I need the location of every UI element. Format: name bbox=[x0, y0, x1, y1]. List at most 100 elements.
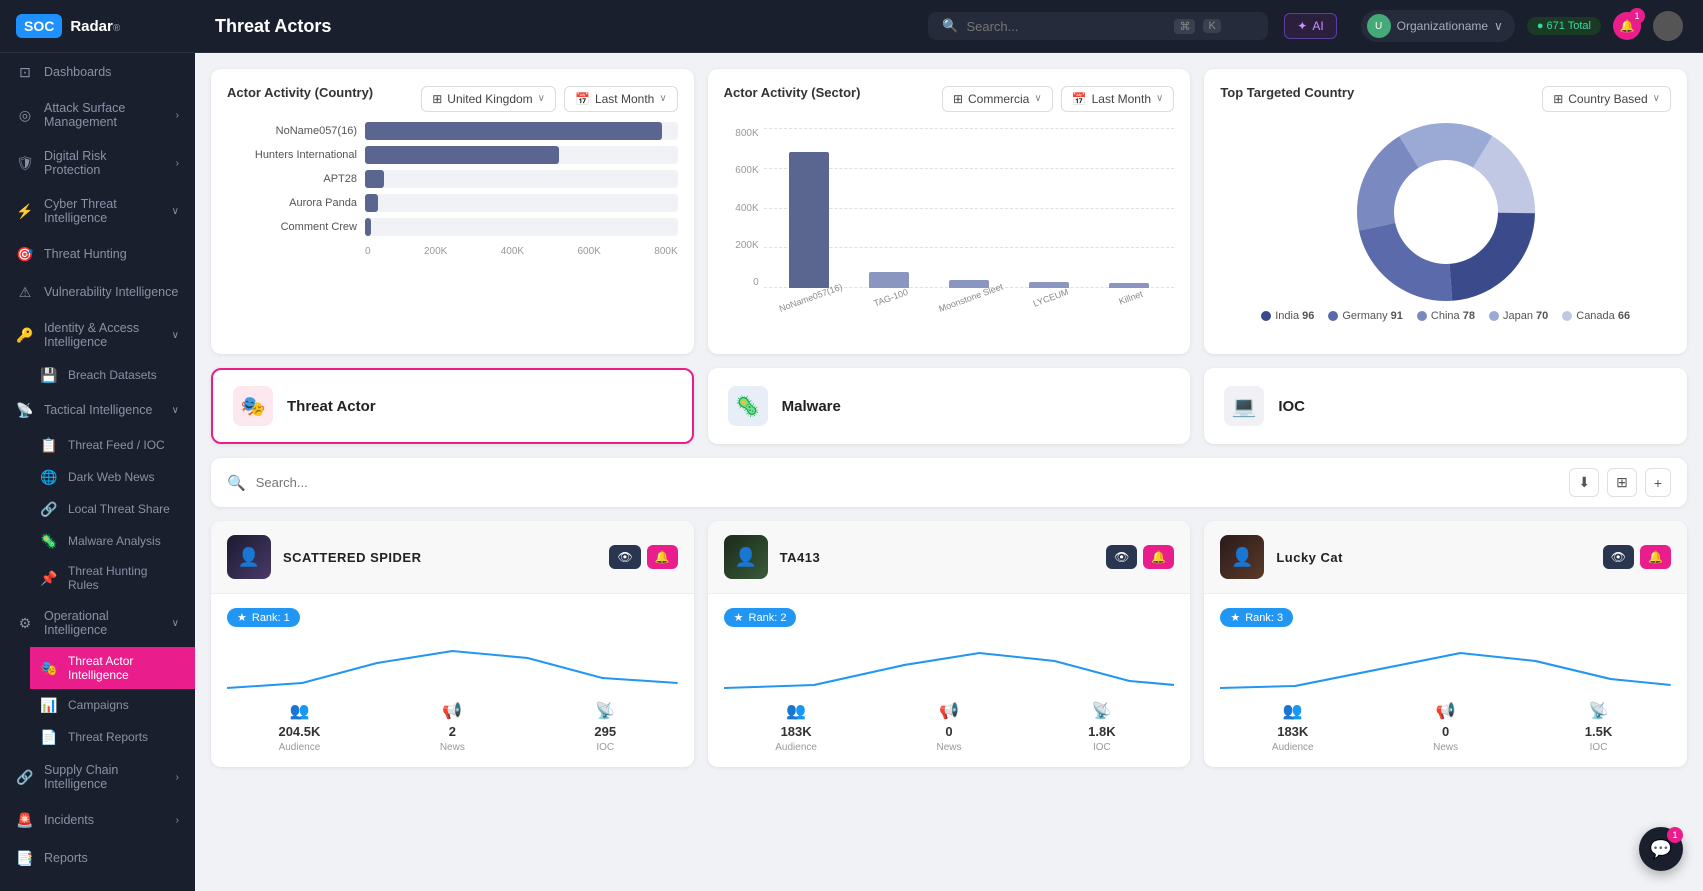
bar-fill bbox=[365, 194, 378, 212]
top-targeted-country-card: Top Targeted Country ⊞ Country Based ∨ bbox=[1204, 69, 1687, 354]
chevron-icon: ∨ bbox=[172, 618, 179, 629]
bar-row-0: NoName057(16) bbox=[227, 122, 678, 140]
sector-time-filter[interactable]: 📅 Last Month ∨ bbox=[1061, 86, 1175, 112]
sidebar-item-threat-reports[interactable]: 📄 Threat Reports bbox=[30, 721, 195, 753]
grid-view-button[interactable]: ⊞ bbox=[1607, 468, 1637, 497]
sidebar-item-label: Threat Reports bbox=[68, 730, 148, 744]
stat-audience-1: 👥 183K Audience bbox=[724, 701, 869, 753]
sidebar-item-threat-hunting[interactable]: 🎯 Threat Hunting bbox=[0, 235, 195, 273]
sidebar-item-vulnerability[interactable]: ⚠ Vulnerability Intelligence bbox=[0, 273, 195, 311]
sidebar-item-dark-web[interactable]: 🌐 Dark Web News bbox=[30, 461, 195, 493]
sidebar-item-operational[interactable]: ⚙ Operational Intelligence ∨ bbox=[0, 599, 195, 647]
sidebar-item-identity-access[interactable]: 🔑 Identity & Access Intelligence ∨ bbox=[0, 311, 195, 359]
cat-threat-actor[interactable]: 🎭 Threat Actor bbox=[211, 368, 694, 444]
cat-ioc[interactable]: 💻 IOC bbox=[1204, 368, 1687, 444]
actor-stats-1: 👥 183K Audience 📢 0 News 📡 1.8K I bbox=[724, 701, 1175, 753]
country-based-label: Country Based bbox=[1568, 92, 1647, 106]
sidebar-item-incidents[interactable]: 🚨 Incidents › bbox=[0, 801, 195, 839]
stat-audience-0: 👥 204.5K Audience bbox=[227, 701, 372, 753]
profile-avatar[interactable] bbox=[1653, 11, 1683, 41]
cat-label-ioc: IOC bbox=[1278, 398, 1305, 415]
search-input[interactable] bbox=[966, 19, 1166, 34]
sidebar-item-attack-surface[interactable]: ◎ Attack Surface Management › bbox=[0, 91, 195, 139]
sidebar-item-local-threat[interactable]: 🔗 Local Threat Share bbox=[30, 493, 195, 525]
sparkline-svg-2 bbox=[1220, 643, 1671, 693]
sidebar-item-label: Threat Hunting bbox=[44, 247, 127, 261]
sidebar-item-digital-risk[interactable]: 🛡 Digital Risk Protection › bbox=[0, 139, 195, 187]
actor-eye-button-0[interactable]: 👁 bbox=[609, 545, 640, 569]
actor-search-input[interactable] bbox=[256, 475, 1560, 490]
y-axis: 800K 600K 400K 200K 0 bbox=[724, 128, 759, 288]
sector-chart-title: Actor Activity (Sector) bbox=[724, 85, 861, 100]
search-icon: 🔍 bbox=[227, 474, 246, 492]
add-button[interactable]: + bbox=[1645, 468, 1671, 497]
threat-actor-icon: 🎭 bbox=[233, 386, 273, 426]
operational-icon: ⚙ bbox=[16, 614, 34, 632]
chat-bubble-button[interactable]: 💬 1 bbox=[1639, 827, 1683, 871]
ai-icon: ✦ bbox=[1297, 19, 1307, 33]
global-search[interactable]: 🔍 ⌘ K bbox=[928, 12, 1268, 40]
star-icon: ★ bbox=[237, 611, 247, 624]
news-val-1: 0 bbox=[945, 724, 952, 739]
country-chart-title: Actor Activity (Country) bbox=[227, 85, 373, 100]
ioc-label-1: IOC bbox=[1093, 742, 1111, 753]
sparkline-2 bbox=[1220, 643, 1671, 693]
country-based-filter[interactable]: ⊞ Country Based ∨ bbox=[1542, 86, 1671, 112]
chat-badge: 1 bbox=[1667, 827, 1683, 843]
sidebar-item-campaigns[interactable]: 📊 Campaigns bbox=[30, 689, 195, 721]
ioc-label-0: IOC bbox=[596, 742, 614, 753]
charts-row: Actor Activity (Country) ⊞ United Kingdo… bbox=[211, 69, 1687, 354]
sidebar-item-breach-datasets[interactable]: 💾 Breach Datasets bbox=[30, 359, 195, 391]
notif-badge: 1 bbox=[1629, 8, 1645, 24]
sidebar-item-tactical[interactable]: 📡 Tactical Intelligence ∨ bbox=[0, 391, 195, 429]
actor-bell-button-0[interactable]: 🔔 bbox=[647, 545, 678, 569]
sidebar-item-threat-actor[interactable]: 🎭 Threat Actor Intelligence bbox=[30, 647, 195, 689]
ai-button[interactable]: ✦ AI bbox=[1284, 13, 1336, 39]
local-icon: 🔗 bbox=[40, 500, 58, 518]
actor-eye-button-2[interactable]: 👁 bbox=[1603, 545, 1634, 569]
sidebar-item-hunting-rules[interactable]: 📌 Threat Hunting Rules bbox=[30, 557, 195, 599]
sidebar-item-dashboards[interactable]: ⊡ Dashboards bbox=[0, 53, 195, 91]
sector-filter[interactable]: ⊞ Commercia ∨ bbox=[942, 86, 1053, 112]
user-name: Organizationame bbox=[1397, 19, 1488, 33]
notification-button[interactable]: 🔔 1 bbox=[1613, 12, 1641, 40]
news-icon: 📢 bbox=[1436, 701, 1456, 721]
country-time-filter[interactable]: 📅 Last Month ∨ bbox=[564, 86, 678, 112]
ioc-label-2: IOC bbox=[1590, 742, 1608, 753]
user-chip[interactable]: U Organizationame ∨ bbox=[1361, 10, 1515, 42]
audience-label-1: Audience bbox=[775, 742, 817, 753]
legend-japan: Japan 70 bbox=[1489, 310, 1548, 322]
audience-icon: 👥 bbox=[1283, 701, 1303, 721]
topbar: Threat Actors 🔍 ⌘ K ✦ AI U Organizationa… bbox=[195, 0, 1703, 53]
calendar-icon: 📅 bbox=[575, 92, 590, 106]
actor-name-2: Lucky Cat bbox=[1276, 550, 1343, 565]
actor-eye-button-1[interactable]: 👁 bbox=[1106, 545, 1137, 569]
chevron-icon: ∨ bbox=[172, 330, 179, 341]
sidebar-item-malware-analysis[interactable]: 🦠 Malware Analysis bbox=[30, 525, 195, 557]
bar-row-3: Aurora Panda bbox=[227, 194, 678, 212]
sidebar-item-threat-feed[interactable]: 📋 Threat Feed / IOC bbox=[30, 429, 195, 461]
news-val-2: 0 bbox=[1442, 724, 1449, 739]
sidebar-item-label: Campaigns bbox=[68, 698, 129, 712]
sidebar-item-reports[interactable]: 📑 Reports bbox=[0, 839, 195, 877]
country-filter-label: United Kingdom bbox=[447, 92, 532, 106]
chevron-icon: › bbox=[176, 158, 179, 169]
malware-icon: 🦠 bbox=[40, 532, 58, 550]
donut-chart-wrap bbox=[1220, 122, 1671, 302]
download-button[interactable]: ⬇ bbox=[1569, 468, 1599, 497]
rank-label-1: Rank: 2 bbox=[749, 612, 787, 624]
sidebar-collapse[interactable]: « bbox=[0, 877, 195, 891]
country-filter[interactable]: ⊞ United Kingdom ∨ bbox=[421, 86, 556, 112]
actor-bell-button-2[interactable]: 🔔 bbox=[1640, 545, 1671, 569]
bar-wrap bbox=[365, 122, 678, 140]
actor-card-scattered-spider: 👤 SCATTERED SPIDER 👁 🔔 ★ Rank: 1 bbox=[211, 521, 694, 767]
actor-bell-button-1[interactable]: 🔔 bbox=[1143, 545, 1174, 569]
sidebar-item-cyber-threat[interactable]: ⚡ Cyber Threat Intelligence ∨ bbox=[0, 187, 195, 235]
news-label-1: News bbox=[936, 742, 961, 753]
sidebar: SOC Radar® ⊡ Dashboards ◎ Attack Surface… bbox=[0, 0, 195, 891]
star-icon: ★ bbox=[1230, 611, 1240, 624]
cat-malware[interactable]: 🦠 Malware bbox=[708, 368, 1191, 444]
sector-icon: ⊞ bbox=[953, 92, 963, 106]
vuln-icon: ⚠ bbox=[16, 283, 34, 301]
sidebar-item-supply-chain[interactable]: 🔗 Supply Chain Intelligence › bbox=[0, 753, 195, 801]
